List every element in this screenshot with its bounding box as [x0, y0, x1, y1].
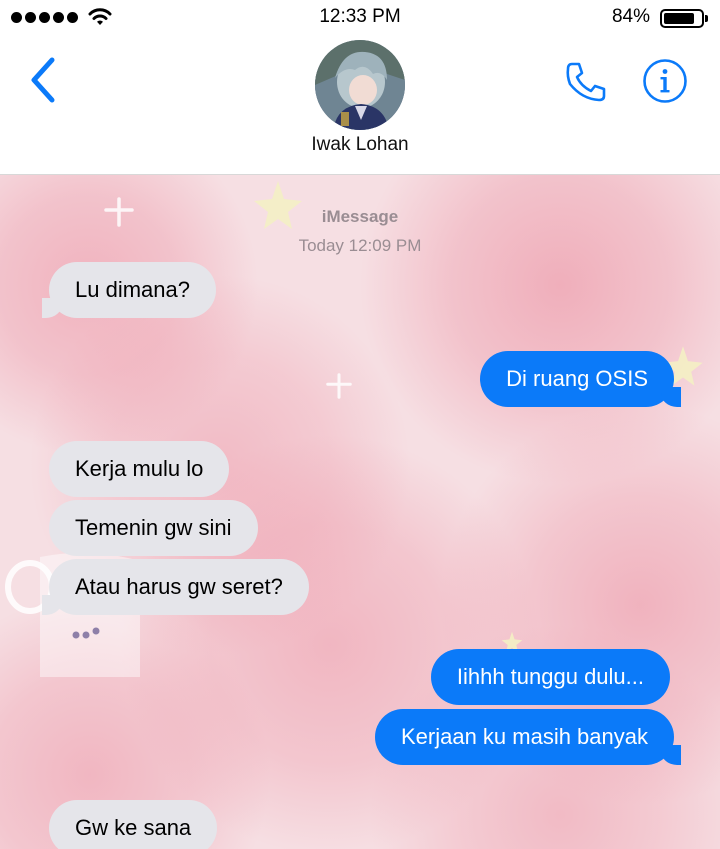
back-button[interactable] [24, 52, 64, 108]
battery-percent: 84% [611, 6, 650, 27]
message-thread[interactable]: iMessage Today 12:09 PM Lu dimana? Di ru… [0, 175, 720, 849]
phone-icon [566, 62, 606, 102]
message-text: Kerjaan ku masih banyak [400, 724, 648, 749]
message-text: Kerja mulu lo [75, 456, 204, 481]
message-text: Iihhh tunggu dulu... [456, 664, 644, 689]
message-bubble-received[interactable]: Atau harus gw seret? [42, 559, 309, 615]
message-bubble-received[interactable]: Lu dimana? [42, 262, 216, 318]
message-text: Lu dimana? [75, 277, 190, 302]
info-icon [643, 59, 687, 103]
message-text: Atau harus gw seret? [75, 574, 283, 599]
contact-avatar[interactable] [315, 40, 405, 130]
message-bubble-received[interactable]: Gw ke sana [49, 800, 218, 849]
status-bar: 12:33 PM 84% [0, 0, 720, 34]
message-bubble-sent[interactable]: Iihhh tunggu dulu... [430, 649, 670, 705]
message-bubble-received[interactable]: Temenin gw sini [49, 500, 258, 556]
service-label: iMessage [321, 207, 399, 226]
message-text: Gw ke sana [75, 815, 192, 840]
message-text: Di ruang OSIS [506, 366, 648, 391]
message-bubble-sent[interactable]: Kerjaan ku masih banyak [374, 709, 682, 765]
message-bubble-received[interactable]: Kerja mulu lo [49, 441, 230, 497]
avatar-image [315, 40, 405, 130]
battery-icon [660, 9, 708, 28]
chevron-left-icon [31, 57, 55, 103]
message-bubble-sent[interactable]: Di ruang OSIS [480, 351, 681, 407]
call-button[interactable] [562, 58, 610, 106]
conversation-header: Iwak Lohan [0, 34, 720, 175]
sparkle-decoration-icon [326, 373, 352, 399]
contact-name[interactable]: Iwak Lohan [0, 134, 720, 156]
info-button[interactable] [642, 58, 688, 104]
message-text: Temenin gw sini [75, 515, 232, 540]
battery-level-fill [664, 13, 695, 24]
thread-timestamp: Today 12:09 PM [298, 236, 422, 255]
